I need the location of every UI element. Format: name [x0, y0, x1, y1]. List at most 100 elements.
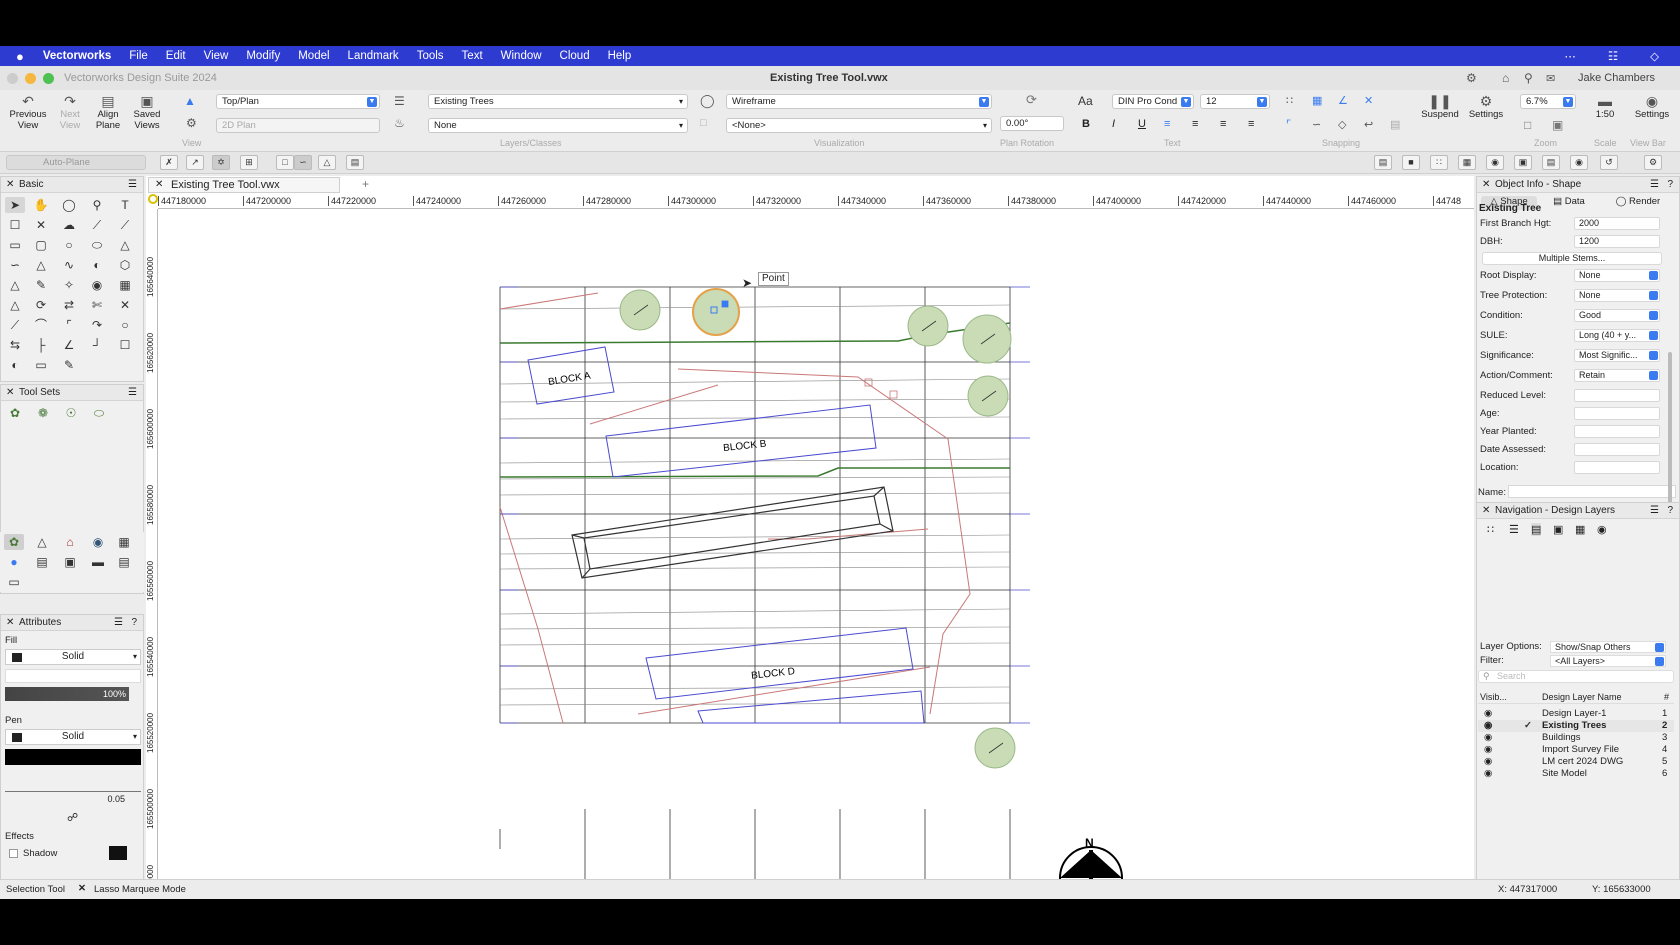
layer-options-select[interactable]: Show/Snap Others	[1550, 641, 1666, 653]
list-item[interactable]: ◉ LM cert 2024 DWG 5	[1478, 756, 1674, 768]
building-shell-icon[interactable]: ⌂	[60, 534, 80, 550]
close-icon[interactable]: ✕	[6, 177, 14, 193]
class-select[interactable]: None ▾	[428, 118, 688, 133]
dbh-field[interactable]: 1200	[1574, 235, 1660, 248]
close-icon[interactable]: ✕	[1482, 177, 1490, 193]
viewbar-icon-8[interactable]: ◉	[1570, 155, 1588, 170]
italic-button[interactable]: I	[1112, 118, 1115, 130]
justify-button[interactable]: ≡	[1248, 118, 1254, 130]
locus-tool-icon[interactable]: ▦	[115, 277, 135, 293]
plant-tool-icon[interactable]: ❁	[33, 405, 53, 421]
triangle-tool-icon[interactable]: △	[5, 277, 25, 293]
line-weight-field[interactable]: 0.05	[5, 791, 141, 805]
render-mode2-select[interactable]: <None> ▾	[726, 118, 992, 133]
stake-tool-icon[interactable]: ┘	[87, 337, 107, 353]
shadow-checkbox[interactable]	[9, 849, 18, 858]
snap-smart-icon[interactable]: ▤	[1390, 118, 1400, 131]
wifi-icon[interactable]: ◇	[1650, 49, 1659, 63]
align-left-button[interactable]: ≡	[1164, 118, 1170, 130]
sun-position-icon[interactable]: ◐	[5, 357, 25, 373]
origin-marker-icon[interactable]	[148, 194, 158, 204]
split-tool-icon[interactable]: ✄	[87, 297, 107, 313]
saved-views-button[interactable]: ▣ Saved Views	[128, 93, 166, 131]
menu-modify[interactable]: Modify	[246, 50, 280, 62]
help-icon[interactable]: ?	[1667, 177, 1673, 193]
visibility-tool-icon[interactable]: ◉	[87, 277, 107, 293]
menu-window[interactable]: Window	[501, 50, 542, 62]
render-mode-icon[interactable]: ◯	[700, 93, 715, 109]
home-icon[interactable]: ⌂	[1502, 71, 1509, 85]
sule-select[interactable]: Long (40 + y...	[1574, 329, 1660, 342]
suspend-button[interactable]: ❚❚ Suspend	[1418, 93, 1462, 120]
offset-tool-icon[interactable]: ↷	[87, 317, 107, 333]
menu-icon[interactable]: ☰	[1650, 503, 1659, 519]
text-tool-icon[interactable]: T	[115, 197, 135, 213]
measure-tool-icon[interactable]: ├	[31, 337, 51, 353]
list-item[interactable]: ◉ Import Survey File 4	[1478, 744, 1674, 756]
notifications-icon[interactable]: ✉	[1546, 72, 1555, 85]
polygon-tool-icon[interactable]: △	[115, 237, 135, 253]
date-assessed-field[interactable]	[1574, 443, 1660, 456]
close-icon[interactable]: ✕	[78, 883, 86, 894]
filter-select[interactable]: <All Layers>	[1550, 655, 1666, 667]
search-icon[interactable]: ⚲	[1524, 71, 1533, 85]
render-mode-select[interactable]: Wireframe ▼	[726, 94, 992, 109]
detailing-icon[interactable]: ▦	[114, 534, 134, 550]
snap-points-icon[interactable]: ▦	[1312, 94, 1322, 107]
polyline-tool-icon[interactable]: △	[31, 257, 51, 273]
misc-icon[interactable]: ▭	[4, 574, 24, 590]
help-icon[interactable]: ?	[1667, 503, 1673, 519]
rotate-tool-icon[interactable]: ⟳	[31, 297, 51, 313]
zoom-field[interactable]: 6.7% ▼	[1520, 94, 1576, 109]
location-field[interactable]	[1574, 461, 1660, 474]
move-by-points-icon[interactable]: △	[5, 297, 25, 313]
eye-icon[interactable]: ◉	[1484, 744, 1492, 755]
previous-view-button[interactable]: ↶ Previous View	[6, 93, 50, 131]
tab-data[interactable]: ▤ Data	[1541, 196, 1597, 210]
more-icon[interactable]: ⋯	[1564, 49, 1576, 63]
viewbar-icon-4[interactable]: ▦	[1458, 155, 1476, 170]
annotate-tool-icon[interactable]: ☐	[115, 337, 135, 353]
drawing-svg[interactable]: BLOCK A BLOCK B BLOCK D N	[158, 209, 1474, 889]
viewbar-icon-1[interactable]: ▤	[1374, 155, 1392, 170]
nav-classes-icon[interactable]: ▣	[1553, 523, 1563, 536]
year-planted-field[interactable]	[1574, 425, 1660, 438]
fill-style-select[interactable]: Solid ▾	[5, 649, 141, 665]
list-item[interactable]: ◉ Buildings 3	[1478, 732, 1674, 744]
reduced-level-field[interactable]	[1574, 389, 1660, 402]
rectangle-tool-icon[interactable]: ▭	[5, 237, 25, 253]
menu-cloud[interactable]: Cloud	[560, 50, 590, 62]
dims-notes-icon[interactable]: ▤	[32, 554, 52, 570]
viewbar-icon-10[interactable]: ⚙	[1644, 155, 1662, 170]
snap-angle-icon[interactable]: ∠	[1338, 94, 1348, 107]
menu-icon[interactable]: ☰	[114, 615, 123, 631]
plan-rotation-field[interactable]: 0.00°	[1000, 116, 1064, 131]
nav-views-icon[interactable]: ▦	[1575, 523, 1585, 536]
bold-button[interactable]: B	[1082, 118, 1090, 130]
pen-color-swatch[interactable]	[12, 733, 22, 742]
fastener-icon[interactable]: ▬	[88, 554, 108, 570]
close-icon[interactable]: ✕	[1482, 503, 1490, 519]
menu-edit[interactable]: Edit	[166, 50, 186, 62]
significance-select[interactable]: Most Signific...	[1574, 349, 1660, 362]
regular-polygon-tool-icon[interactable]: ⬡	[115, 257, 135, 273]
nav-design-layers-icon[interactable]: ▤	[1531, 523, 1542, 536]
viewbar-icon-3[interactable]: ∷	[1430, 155, 1448, 170]
snap-edge-icon[interactable]: ⌜	[1286, 118, 1291, 131]
tab-render[interactable]: ◯ Render	[1605, 196, 1671, 210]
rounded-rectangle-tool-icon[interactable]: ▢	[31, 237, 51, 253]
eye-icon[interactable]: ◉	[1484, 720, 1492, 731]
mode-single-object-scaling[interactable]: ✡	[212, 155, 230, 170]
first-branch-height-field[interactable]: 2000	[1574, 217, 1660, 230]
mirror-tool-icon[interactable]: ⇄	[59, 297, 79, 313]
mode-lasso-marquee[interactable]: ∽	[294, 155, 312, 170]
fill-color-swatch[interactable]	[12, 653, 22, 662]
snap-surface-icon[interactable]: ◇	[1338, 118, 1346, 131]
layer-search-input[interactable]: ⚲ Search	[1478, 670, 1674, 683]
mode-multiple-reshape[interactable]: ⊞	[240, 155, 258, 170]
chamfer-tool-icon[interactable]: ⌜	[59, 317, 79, 333]
menu-icon[interactable]: ☰	[1650, 177, 1659, 193]
freehand-tool-icon[interactable]: ∿	[59, 257, 79, 273]
close-window-button[interactable]	[7, 72, 18, 84]
snap-settings-button[interactable]: ⚙ Settings	[1464, 93, 1508, 120]
